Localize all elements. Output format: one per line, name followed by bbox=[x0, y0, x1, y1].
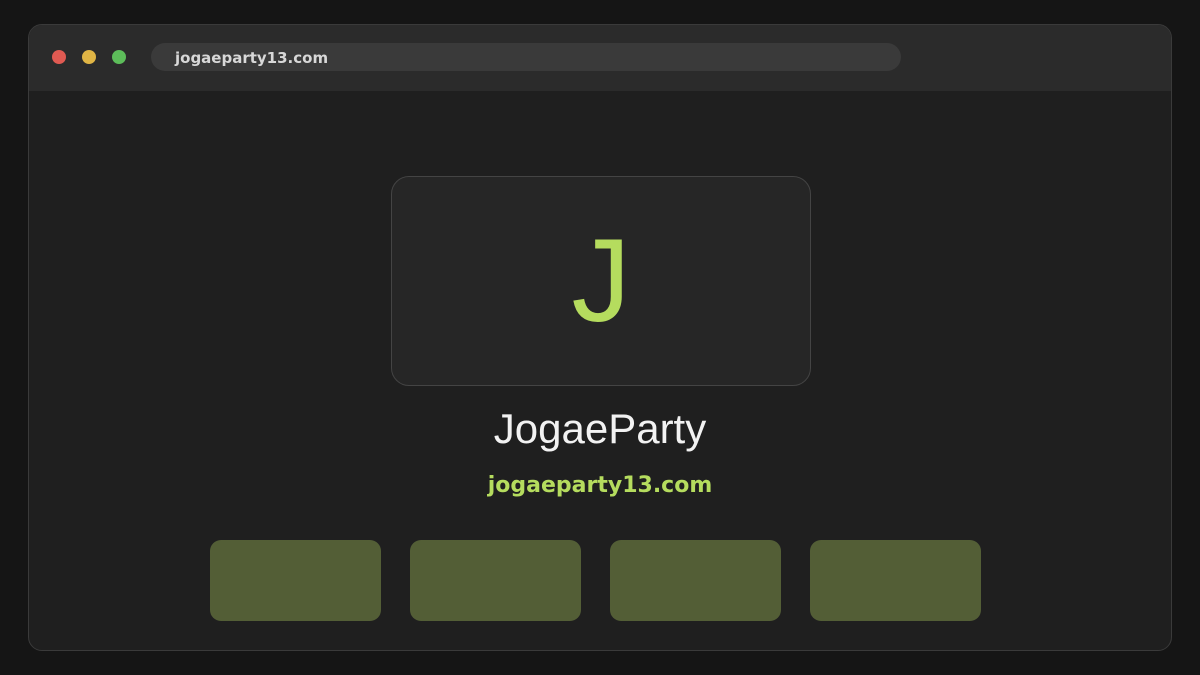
tile-4[interactable] bbox=[810, 540, 981, 621]
minimize-window-button[interactable] bbox=[82, 50, 96, 64]
site-logo-letter: J bbox=[571, 215, 631, 347]
tile-1[interactable] bbox=[210, 540, 381, 621]
browser-window: jogaeparty13.com J JogaeParty jogaeparty… bbox=[28, 24, 1172, 651]
tile-3[interactable] bbox=[610, 540, 781, 621]
address-bar-url: jogaeparty13.com bbox=[175, 49, 329, 67]
tile-row bbox=[210, 540, 990, 622]
site-title: JogaeParty bbox=[493, 405, 707, 452]
maximize-window-button[interactable] bbox=[112, 50, 126, 64]
close-window-button[interactable] bbox=[52, 50, 66, 64]
browser-titlebar: jogaeparty13.com bbox=[29, 25, 1171, 91]
site-domain-link[interactable]: jogaeparty13.com bbox=[29, 473, 1171, 498]
site-logo-card: J bbox=[391, 176, 811, 386]
address-bar[interactable]: jogaeparty13.com bbox=[151, 43, 901, 71]
tile-2[interactable] bbox=[410, 540, 581, 621]
